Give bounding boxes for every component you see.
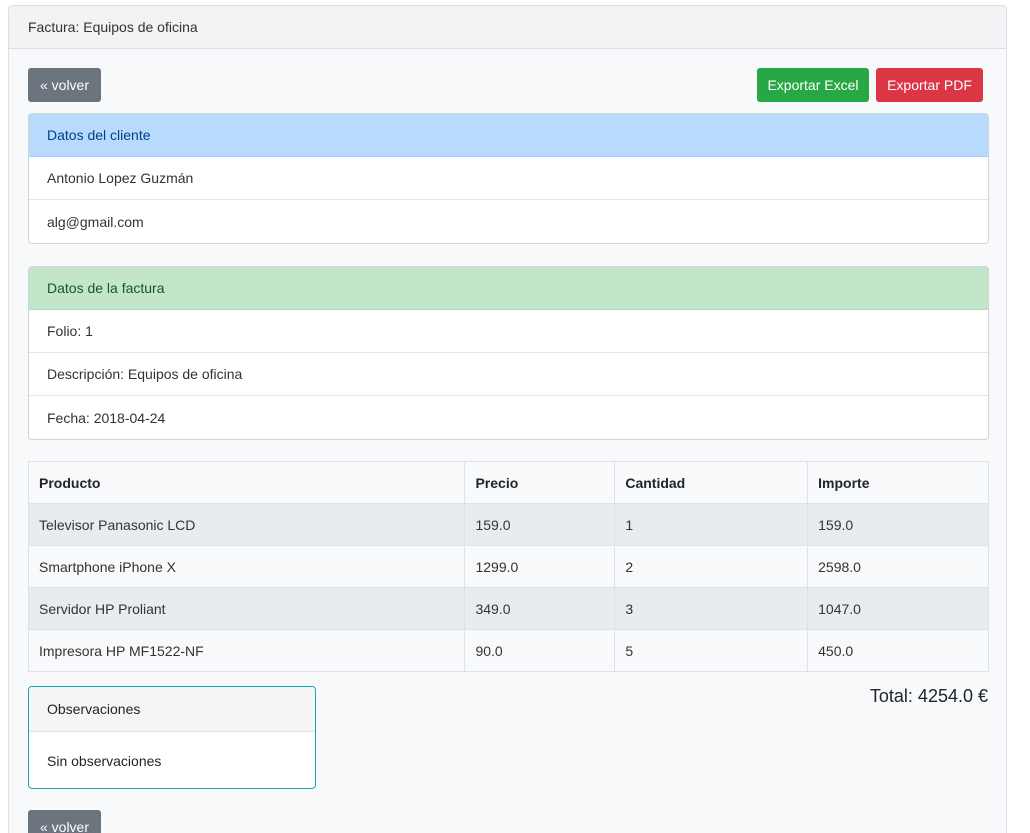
invoice-description: Descripción: Equipos de oficina — [29, 353, 988, 396]
invoice-date: Fecha: 2018-04-24 — [47, 409, 166, 426]
table-row: Servidor HP Proliant 349.0 3 1047.0 — [27, 587, 989, 630]
observations-header: Observaciones — [29, 687, 315, 732]
column-header-amount: Importe — [807, 461, 989, 504]
table-header-row: Producto Precio Cantidad Importe — [27, 461, 989, 504]
invoice-total: Total: 4254.0 € — [869, 686, 988, 706]
cell-quantity: 1 — [614, 503, 809, 546]
card-header: Factura: Equipos de oficina — [9, 6, 1006, 49]
cell-price: 349.0 — [464, 587, 616, 630]
column-header-price: Precio — [464, 461, 616, 504]
table-row: Televisor Panasonic LCD 159.0 1 159.0 — [27, 503, 989, 546]
invoice-folio: Folio: 1 — [29, 310, 988, 353]
cell-quantity: 5 — [614, 629, 809, 672]
observations-text: Sin observaciones — [47, 752, 162, 769]
table-row: Impresora HP MF1522-NF 90.0 5 450.0 — [27, 629, 989, 672]
back-button-bottom[interactable]: « volver — [28, 810, 101, 833]
cell-price: 159.0 — [464, 503, 616, 546]
cell-product: Servidor HP Proliant — [27, 587, 466, 630]
column-header-quantity: Cantidad — [614, 461, 809, 504]
observations-panel: Observaciones Sin observaciones — [28, 686, 316, 789]
cell-amount: 2598.0 — [807, 545, 989, 588]
cell-amount: 1047.0 — [807, 587, 989, 630]
cell-price: 90.0 — [464, 629, 616, 672]
cell-amount: 159.0 — [807, 503, 989, 546]
cell-quantity: 2 — [614, 545, 809, 588]
client-email: alg@gmail.com — [47, 213, 144, 230]
page-title: Factura: Equipos de oficina — [28, 19, 198, 35]
export-pdf-button[interactable]: Exportar PDF — [876, 68, 983, 102]
items-table: Producto Precio Cantidad Importe Televis… — [27, 461, 989, 672]
cell-product: Impresora HP MF1522-NF — [27, 629, 466, 672]
export-excel-button[interactable]: Exportar Excel — [757, 68, 869, 102]
cell-quantity: 3 — [614, 587, 809, 630]
client-name: Antonio Lopez Guzmán — [29, 157, 988, 200]
cell-product: Televisor Panasonic LCD — [27, 503, 466, 546]
cell-amount: 450.0 — [807, 629, 989, 672]
column-header-product: Producto — [27, 461, 466, 504]
client-panel: Datos del cliente Antonio Lopez Guzmán a… — [28, 113, 989, 244]
client-panel-header: Datos del cliente — [29, 114, 988, 157]
invoice-panel-header: Datos de la factura — [29, 267, 988, 310]
invoice-panel: Datos de la factura Folio: 1 Descripción… — [28, 266, 989, 440]
invoice-card: Factura: Equipos de oficina « volver Exp… — [8, 5, 1007, 833]
back-button[interactable]: « volver — [28, 68, 101, 102]
table-row: Smartphone iPhone X 1299.0 2 2598.0 — [27, 545, 989, 588]
cell-price: 1299.0 — [464, 545, 616, 588]
cell-product: Smartphone iPhone X — [27, 545, 466, 588]
